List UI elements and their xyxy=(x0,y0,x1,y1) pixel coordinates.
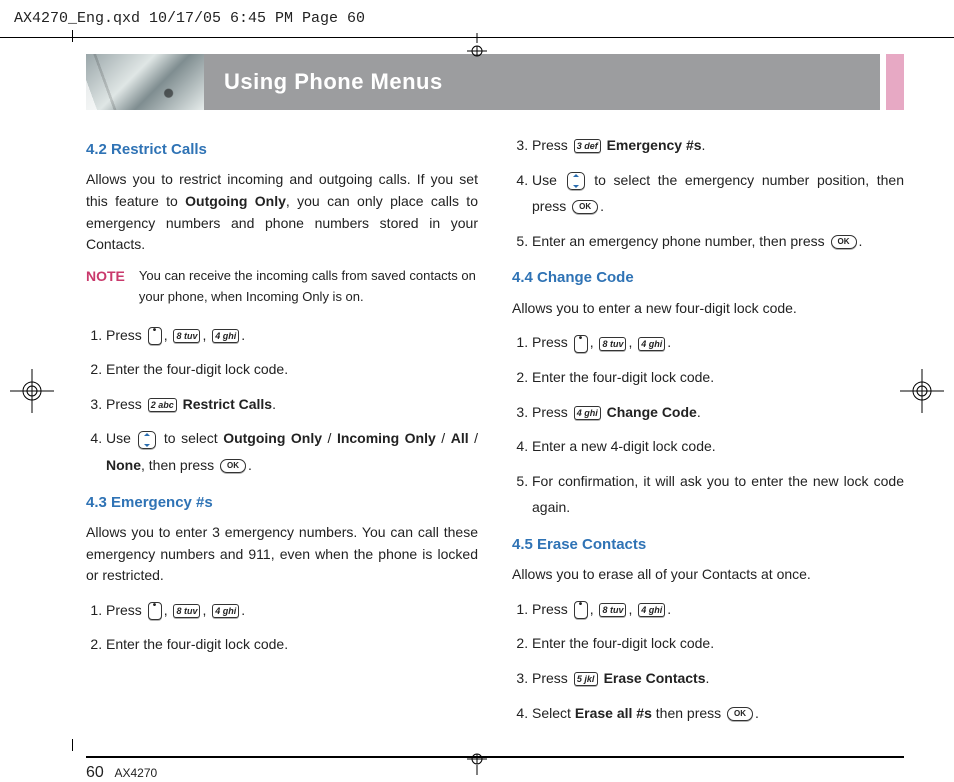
section-heading: 4.4 Change Code xyxy=(512,266,904,289)
body-text: Allows you to restrict incoming and outg… xyxy=(86,169,478,256)
step: Press 5 jkl Erase Contacts. xyxy=(532,665,904,692)
step: Press , 8 tuv, 4 ghi. xyxy=(106,597,478,624)
step: Press , 8 tuv, 4 ghi. xyxy=(106,322,478,349)
step: Enter the four-digit lock code. xyxy=(532,364,904,391)
note-block: NOTE You can receive the incoming calls … xyxy=(86,266,478,308)
registration-mark-bottom xyxy=(457,751,497,775)
step: Use to select Outgoing Only / Incoming O… xyxy=(106,425,478,478)
body-text: Allows you to enter a new four-digit loc… xyxy=(512,298,904,320)
ok-key-icon: OK xyxy=(572,200,598,214)
key-8-icon: 8 tuv xyxy=(173,604,200,618)
step: Use to select the emergency number posit… xyxy=(532,167,904,220)
page-body: Using Phone Menus 4.2 Restrict Calls All… xyxy=(86,54,904,782)
step: Press 3 def Emergency #s. xyxy=(532,132,904,159)
step: Enter the four-digit lock code. xyxy=(106,356,478,383)
section-heading: 4.2 Restrict Calls xyxy=(86,138,478,161)
registration-mark-top xyxy=(457,33,497,57)
note-text: You can receive the incoming calls from … xyxy=(139,266,478,308)
registration-mark-left xyxy=(10,369,54,413)
step: Enter an emergency phone number, then pr… xyxy=(532,228,904,255)
step: Press 4 ghi Change Code. xyxy=(532,399,904,426)
nav-key-icon xyxy=(567,172,585,190)
page-number: 60 xyxy=(86,764,104,781)
key-4-icon: 4 ghi xyxy=(212,329,239,343)
section-tab xyxy=(886,54,904,110)
header-thumbnail xyxy=(86,54,204,110)
step: For confirmation, it will ask you to ent… xyxy=(532,468,904,521)
key-8-icon: 8 tuv xyxy=(599,337,626,351)
key-3-icon: 3 def xyxy=(574,139,601,153)
ok-key-icon: OK xyxy=(727,707,753,721)
ok-key-icon: OK xyxy=(220,459,246,473)
menu-key-icon xyxy=(148,602,162,620)
step: Enter the four-digit lock code. xyxy=(106,631,478,658)
key-4-icon: 4 ghi xyxy=(212,604,239,618)
key-4-icon: 4 ghi xyxy=(638,337,665,351)
step: Press , 8 tuv, 4 ghi. xyxy=(532,329,904,356)
body-text: Allows you to erase all of your Contacts… xyxy=(512,564,904,586)
menu-key-icon xyxy=(574,335,588,353)
key-8-icon: 8 tuv xyxy=(173,329,200,343)
column-right: Press 3 def Emergency #s. Use to select … xyxy=(512,132,904,738)
crop-mark xyxy=(72,739,73,751)
section-heading: 4.5 Erase Contacts xyxy=(512,533,904,556)
step: Enter a new 4-digit lock code. xyxy=(532,433,904,460)
key-5-icon: 5 jkl xyxy=(574,672,598,686)
step: Press , 8 tuv, 4 ghi. xyxy=(532,596,904,623)
column-left: 4.2 Restrict Calls Allows you to restric… xyxy=(86,132,478,738)
model-name: AX4270 xyxy=(114,766,157,780)
note-label: NOTE xyxy=(86,266,125,308)
registration-mark-right xyxy=(900,369,944,413)
menu-key-icon xyxy=(148,327,162,345)
section-heading: 4.3 Emergency #s xyxy=(86,491,478,514)
ok-key-icon: OK xyxy=(831,235,857,249)
key-4-icon: 4 ghi xyxy=(574,406,601,420)
nav-key-icon xyxy=(138,431,156,449)
step: Select Erase all #s then press OK. xyxy=(532,700,904,727)
crop-mark xyxy=(72,30,73,42)
key-8-icon: 8 tuv xyxy=(599,603,626,617)
step: Press 2 abc Restrict Calls. xyxy=(106,391,478,418)
body-text: Allows you to enter 3 emergency numbers.… xyxy=(86,522,478,587)
chapter-header: Using Phone Menus xyxy=(86,54,904,110)
chapter-title: Using Phone Menus xyxy=(204,54,880,110)
step: Enter the four-digit lock code. xyxy=(532,630,904,657)
key-2-icon: 2 abc xyxy=(148,398,177,412)
key-4-icon: 4 ghi xyxy=(638,603,665,617)
menu-key-icon xyxy=(574,601,588,619)
